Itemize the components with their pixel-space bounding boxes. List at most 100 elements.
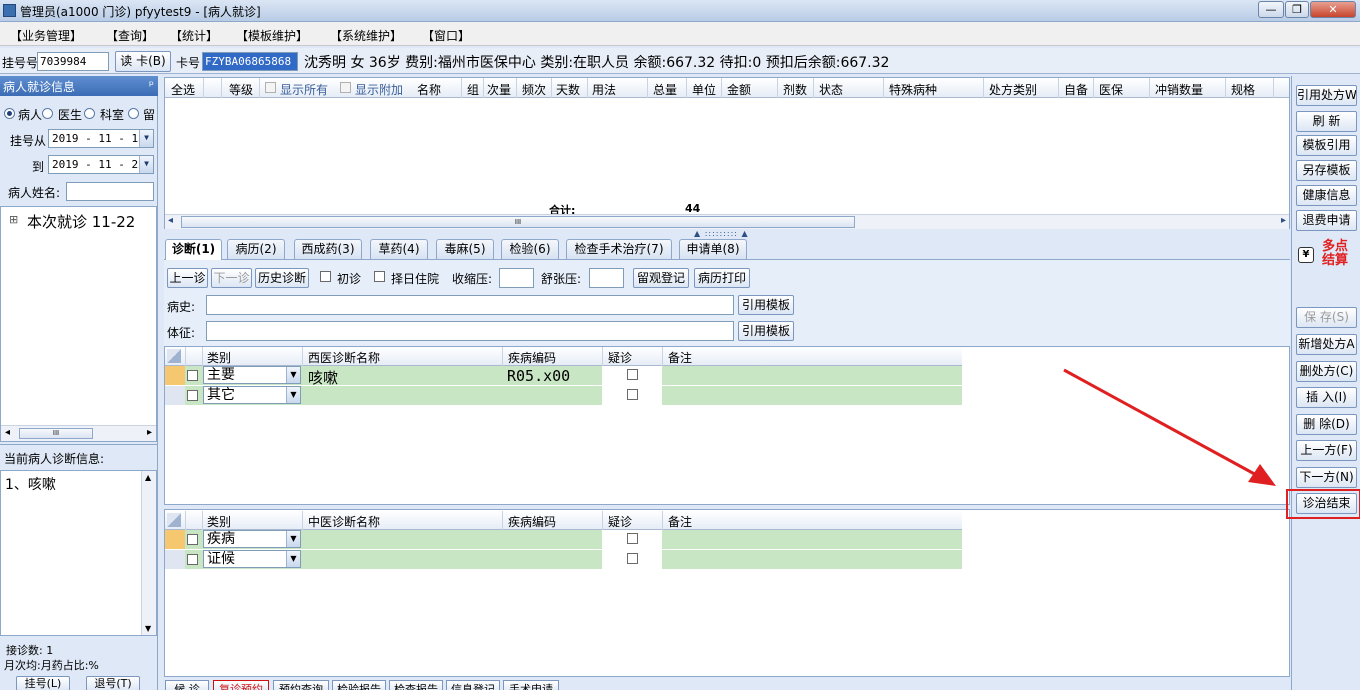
tab-narcotic[interactable]: 毒麻(5): [436, 239, 494, 259]
disease-code[interactable]: R05.x00: [507, 367, 570, 385]
tab-herbal[interactable]: 草药(4): [370, 239, 428, 259]
finish-treatment-button[interactable]: 诊治结束: [1296, 493, 1357, 514]
surgery-apply-button[interactable]: 手术申请: [503, 680, 559, 690]
tab-lab[interactable]: 检验(6): [501, 239, 559, 259]
history-diagnosis-button[interactable]: 历史诊断: [255, 268, 309, 288]
health-info-button[interactable]: 健康信息: [1296, 185, 1357, 206]
scroll-down-icon[interactable]: ▼: [145, 624, 151, 633]
minimize-button[interactable]: —: [1258, 1, 1284, 18]
tab-requisition[interactable]: 申请单(8): [679, 239, 747, 259]
chevron-down-icon[interactable]: ▼: [286, 551, 300, 567]
tab-medical-record[interactable]: 病历(2): [227, 239, 285, 259]
return-button[interactable]: 退号(T): [86, 676, 140, 690]
tab-western-medicine[interactable]: 西成药(3): [294, 239, 362, 259]
row-select-checkbox[interactable]: [187, 390, 198, 401]
radio-dept[interactable]: [84, 108, 95, 119]
history-ref-template-button[interactable]: 引用模板: [738, 295, 794, 315]
category-combo[interactable]: 主要 ▼: [203, 366, 301, 384]
lab-report-button[interactable]: 检验报告: [332, 680, 386, 690]
sign-input[interactable]: [206, 321, 734, 341]
save-button[interactable]: 保 存(S): [1296, 307, 1357, 328]
patient-name-input[interactable]: [66, 182, 154, 201]
table-row[interactable]: 疾病 ▼: [165, 530, 962, 549]
first-visit-checkbox[interactable]: [320, 271, 331, 282]
splitter-handle[interactable]: ▲ ::::::::: ▲: [694, 229, 749, 238]
tab-diagnosis[interactable]: 诊断(1): [165, 239, 222, 260]
row-select-checkbox[interactable]: [187, 554, 198, 565]
radio-patient[interactable]: [4, 108, 15, 119]
next-visit-button[interactable]: 下一诊: [211, 268, 252, 288]
reg-no-input[interactable]: 7039984: [37, 52, 109, 71]
select-day-checkbox[interactable]: [374, 271, 385, 282]
scroll-thumb[interactable]: III: [19, 428, 93, 439]
chevron-down-icon[interactable]: ▼: [286, 531, 300, 547]
scroll-left-icon[interactable]: ◂: [5, 427, 10, 438]
select-all-label[interactable]: 全选: [171, 81, 195, 98]
scroll-left-icon[interactable]: ◂: [168, 215, 173, 226]
suspect-checkbox[interactable]: [627, 553, 638, 564]
sign-ref-template-button[interactable]: 引用模板: [738, 321, 794, 341]
table-row[interactable]: 其它 ▼: [165, 386, 962, 405]
chevron-down-icon[interactable]: ▼: [286, 367, 300, 383]
refund-apply-button[interactable]: 退费申请: [1296, 210, 1357, 231]
next-rx-button[interactable]: 下一方(N): [1296, 467, 1357, 488]
to-date-input[interactable]: 2019 - 11 - 22 ▼: [48, 155, 154, 174]
insert-button[interactable]: 插 入(I): [1296, 387, 1357, 408]
show-all-checkbox[interactable]: [265, 82, 276, 93]
scroll-right-icon[interactable]: ▸: [1281, 215, 1286, 226]
systolic-input[interactable]: [499, 268, 534, 288]
read-card-button[interactable]: 读 卡(B): [115, 51, 171, 72]
exam-report-button[interactable]: 检查报告: [389, 680, 443, 690]
tree-scrollbar[interactable]: ◂ III ▸: [1, 425, 156, 441]
waiting-button[interactable]: 候 诊: [165, 680, 209, 690]
info-register-button[interactable]: 信息登记: [446, 680, 500, 690]
suspect-checkbox[interactable]: [627, 369, 638, 380]
radio-doctor[interactable]: [42, 108, 53, 119]
menu-business[interactable]: 【业务管理】: [10, 27, 82, 44]
prev-rx-button[interactable]: 上一方(F): [1296, 440, 1357, 461]
category-combo[interactable]: 其它 ▼: [203, 386, 301, 404]
suspect-checkbox[interactable]: [627, 533, 638, 544]
chevron-down-icon[interactable]: ▼: [139, 156, 153, 173]
delete-rx-button[interactable]: 删处方(C): [1296, 361, 1357, 382]
pin-icon[interactable]: ᵖ: [149, 78, 154, 92]
card-no-input[interactable]: FZYBA06865868: [202, 52, 298, 71]
delete-button[interactable]: 删 除(D): [1296, 414, 1357, 435]
table-row[interactable]: 主要 ▼ 咳嗽 R05.x00: [165, 366, 962, 388]
menu-window[interactable]: 【窗口】: [422, 27, 470, 44]
register-button[interactable]: 挂号(L): [16, 676, 70, 690]
close-button[interactable]: ✕: [1310, 1, 1356, 18]
scroll-up-icon[interactable]: ▲: [145, 473, 151, 482]
show-extra-checkbox[interactable]: [340, 82, 351, 93]
scroll-thumb[interactable]: III: [181, 216, 855, 228]
radio-stay[interactable]: [128, 108, 139, 119]
template-ref-button[interactable]: 模板引用: [1296, 135, 1357, 156]
tab-exam-surgery[interactable]: 检查手术治疗(7): [566, 239, 672, 259]
multi-settle-button[interactable]: ¥ 多点结算: [1296, 238, 1357, 272]
history-input[interactable]: [206, 295, 734, 315]
chevron-down-icon[interactable]: ▼: [139, 130, 153, 147]
revisit-appointment-button[interactable]: 复诊预约: [213, 680, 269, 690]
rx-grid-scrollbar[interactable]: ◂ III ▸: [165, 214, 1289, 229]
restore-button[interactable]: ❐: [1285, 1, 1309, 18]
new-rx-button[interactable]: 新增处方A: [1296, 334, 1357, 355]
menu-query[interactable]: 【查询】: [106, 27, 154, 44]
suspect-checkbox[interactable]: [627, 389, 638, 400]
ref-rx-button[interactable]: 引用处方W: [1296, 85, 1357, 106]
category-combo[interactable]: 证候 ▼: [203, 550, 301, 568]
expand-icon[interactable]: ⊞: [9, 213, 18, 226]
chevron-down-icon[interactable]: ▼: [286, 387, 300, 403]
western-diag-name[interactable]: 咳嗽: [308, 367, 338, 388]
menu-statistics[interactable]: 【统计】: [170, 27, 218, 44]
table-row[interactable]: 证候 ▼: [165, 550, 962, 569]
prev-visit-button[interactable]: 上一诊: [167, 268, 208, 288]
tree-node-current-visit[interactable]: 本次就诊 11-22: [27, 211, 135, 232]
scroll-right-icon[interactable]: ▸: [147, 427, 152, 438]
row-select-checkbox[interactable]: [187, 370, 198, 381]
menu-template[interactable]: 【模板维护】: [236, 27, 308, 44]
from-date-input[interactable]: 2019 - 11 - 15 ▼: [48, 129, 154, 148]
print-record-button[interactable]: 病历打印: [694, 268, 750, 288]
refresh-button[interactable]: 刷 新: [1296, 111, 1357, 132]
save-template-button[interactable]: 另存模板: [1296, 160, 1357, 181]
diastolic-input[interactable]: [589, 268, 624, 288]
